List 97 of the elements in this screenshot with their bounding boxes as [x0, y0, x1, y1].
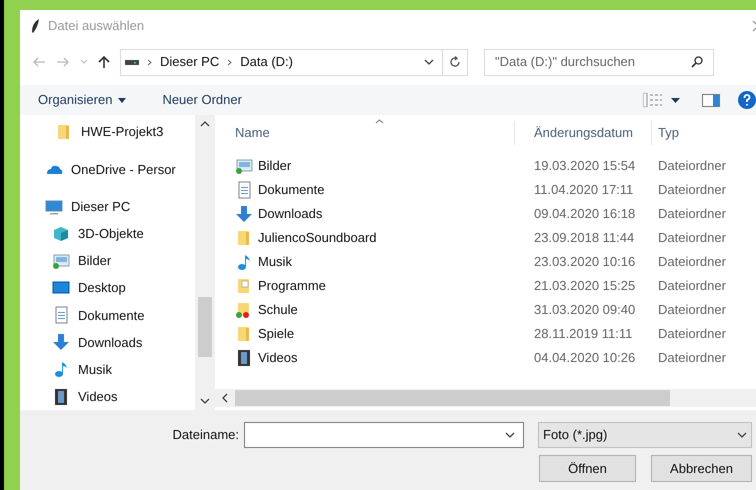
sidebar-item[interactable]: Bilder: [20, 248, 195, 275]
window-title: Datei auswählen: [48, 17, 144, 36]
date-cell-text: 09.04.2020 16:18: [533, 205, 636, 224]
drive-icon: [125, 58, 139, 66]
scrollbar-thumb[interactable]: [198, 297, 212, 357]
type-cell-text: Dateiordner: [657, 301, 726, 320]
breadcrumb-item[interactable]: Dieser PC: [160, 52, 220, 72]
type-cell-text: Dateiordner: [657, 325, 726, 344]
file-name: Schule: [258, 301, 298, 320]
sidebar-item[interactable]: OneDrive - Persor: [20, 156, 195, 183]
dropdown-chevron-icon: [737, 432, 747, 438]
file-row[interactable]: Downloads 09.04.2020 16:18 Dateiordner: [220, 202, 756, 226]
sidebar-item[interactable]: Desktop: [20, 274, 195, 302]
file-name: Downloads: [258, 205, 322, 224]
up-arrow-icon[interactable]: [98, 55, 110, 69]
address-bar[interactable]: Dieser PC Data (D:): [120, 48, 468, 76]
file-type-dropdown[interactable]: Foto (*.jpg): [538, 422, 752, 448]
feather-icon: [30, 18, 40, 34]
caret-down-icon: [118, 98, 126, 102]
chevron-down-icon[interactable]: [80, 59, 88, 65]
help-icon[interactable]: [738, 91, 756, 109]
date-cell-text: 19.03.2020 15:54: [533, 157, 636, 176]
sidebar-item[interactable]: 3D-Objekte: [20, 220, 195, 248]
music-note-icon: [235, 253, 253, 271]
down-arrow-icon: [235, 205, 253, 223]
date-cell-text: 28.11.2019 11:11: [533, 325, 634, 344]
search-field[interactable]: "Data (D:)" durchsuchen: [484, 48, 714, 76]
file-name: JuliencoSoundboard: [258, 229, 377, 248]
file-row[interactable]: Bilder 19.03.2020 15:54 Dateiordner: [220, 154, 756, 178]
scroll-up-icon[interactable]: [200, 121, 210, 127]
file-name: Videos: [258, 349, 298, 368]
breadcrumb-chevron-icon: [147, 58, 152, 66]
type-cell-text: Dateiordner: [657, 349, 726, 368]
cube-icon: [52, 225, 70, 244]
search-icon: [691, 56, 703, 68]
column-header[interactable]: Name: [220, 121, 515, 145]
caret-down-icon[interactable]: [671, 98, 680, 102]
scroll-left-icon[interactable]: [222, 393, 228, 403]
picture-folder-icon: [52, 252, 70, 270]
toolbar-button[interactable]: Organisieren: [38, 90, 126, 110]
file-name: Dokumente: [258, 181, 324, 200]
column-header[interactable]: Änderungsdatum: [515, 121, 652, 145]
sidebar-item[interactable]: Videos: [20, 382, 195, 410]
film-icon: [235, 349, 253, 367]
music-note-icon: [52, 360, 70, 378]
toolbar-button[interactable]: Neuer Ordner: [162, 90, 242, 110]
dialog-button[interactable]: Öffnen: [539, 455, 636, 482]
sidebar-item[interactable]: HWE-Projekt3: [20, 118, 195, 146]
file-name: Bilder: [258, 157, 292, 176]
date-cell-text: 11.04.2020 17:11: [533, 181, 634, 200]
scroll-down-icon: [200, 398, 210, 404]
file-row[interactable]: Spiele 28.11.2019 11:11 Dateiordner: [220, 322, 756, 346]
column-header[interactable]: Typ: [652, 121, 756, 145]
back-arrow-icon[interactable]: [32, 56, 46, 68]
type-cell-text: Dateiordner: [657, 157, 726, 176]
file-name-field[interactable]: [244, 422, 524, 448]
breadcrumb-item[interactable]: Data (D:): [240, 52, 293, 72]
date-cell-text: 23.03.2020 10:16: [533, 253, 636, 272]
dropdown-chevron-icon: [424, 59, 434, 65]
file-row[interactable]: JuliencoSoundboard 23.09.2018 11:44 Dateiordner: [220, 226, 756, 250]
film-icon: [52, 388, 70, 406]
forward-arrow-icon[interactable]: [56, 56, 70, 68]
scrollbar-thumb[interactable]: [235, 390, 670, 406]
sort-caret-icon: [375, 119, 384, 124]
view-options-icon[interactable]: [643, 93, 663, 107]
breadcrumb-chevron-icon: [227, 58, 232, 66]
type-cell-text: Dateiordner: [657, 205, 726, 224]
refresh-icon[interactable]: [449, 56, 461, 68]
file-row[interactable]: Schule 31.03.2020 09:40 Dateiordner: [220, 298, 756, 322]
date-cell-text: 21.03.2020 15:25: [533, 277, 636, 296]
date-cell-text: 31.03.2020 09:40: [533, 301, 636, 320]
file-row[interactable]: Musik 23.03.2020 10:16 Dateiordner: [220, 250, 756, 274]
type-cell-text: Dateiordner: [657, 229, 726, 248]
type-cell-text: Dateiordner: [657, 277, 726, 296]
dropdown-chevron-icon: [505, 432, 515, 438]
file-row[interactable]: Programme 21.03.2020 15:25 Dateiordner: [220, 274, 756, 298]
date-cell-text: 23.09.2018 11:44: [533, 229, 636, 248]
monitor-icon: [45, 198, 63, 216]
preview-pane-icon[interactable]: [702, 94, 720, 106]
sidebar-item[interactable]: Dokumente: [20, 302, 195, 329]
picture-folder-icon: [235, 157, 253, 175]
file-name: Musik: [258, 253, 292, 272]
file-name: Programme: [258, 277, 326, 296]
sidebar-item[interactable]: Downloads: [20, 328, 195, 356]
file-name: Spiele: [258, 325, 294, 344]
sidebar-item[interactable]: Musik: [20, 356, 195, 383]
file-name-label: Dateiname:: [172, 426, 239, 444]
type-cell-text: Dateiordner: [657, 253, 726, 272]
type-cell-text: Dateiordner: [657, 181, 726, 200]
date-cell-text: 04.04.2020 10:26: [533, 349, 636, 368]
vertical-scrollbar[interactable]: [195, 115, 215, 410]
file-row[interactable]: Videos 04.04.2020 10:26 Dateiordner: [220, 346, 756, 370]
file-row[interactable]: Dokumente 11.04.2020 17:11 Dateiordner: [220, 178, 756, 202]
dialog-button[interactable]: Abbrechen: [651, 455, 752, 482]
sidebar-item[interactable]: Dieser PC: [20, 193, 195, 220]
down-arrow-icon: [52, 333, 70, 352]
horizontal-scrollbar[interactable]: [215, 389, 756, 407]
